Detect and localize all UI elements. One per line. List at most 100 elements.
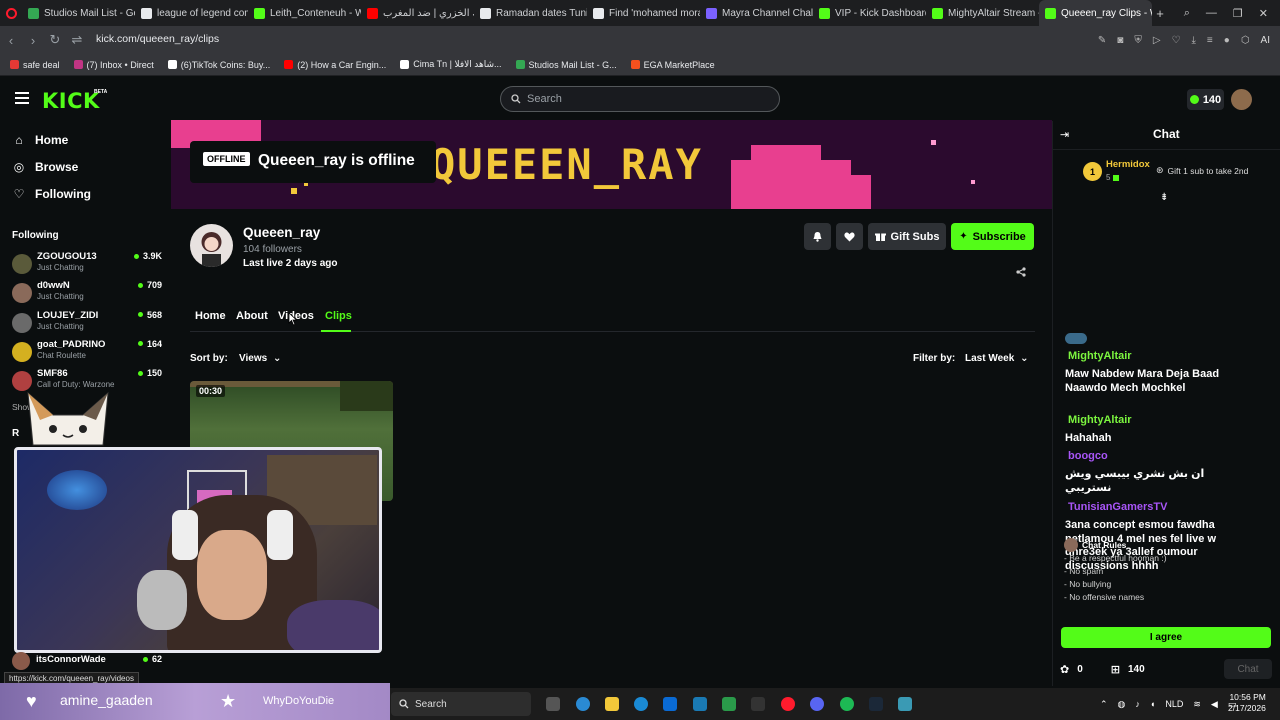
expand-pinned-icon[interactable]: ⇟ <box>1160 192 1168 203</box>
search-icon <box>511 94 521 104</box>
spotify-icon[interactable] <box>840 697 854 711</box>
emote-picker-icon[interactable]: ✿ <box>1060 663 1069 676</box>
bookmark-item[interactable]: Cima Tn | شاهد الافلا... <box>400 59 502 70</box>
extension-icon[interactable]: ⬡ <box>1241 35 1250 46</box>
sort-dropdown[interactable]: Views ⌄ <box>239 353 281 364</box>
ai-icon[interactable]: AI <box>1261 35 1270 46</box>
menu-lines-icon[interactable]: ≡ <box>1207 35 1213 46</box>
discord-icon[interactable] <box>810 697 824 711</box>
sidebar-channel-loujey_zidi[interactable]: LOUJEY_ZIDI Just Chatting 568 <box>12 310 162 338</box>
opera-menu-icon[interactable] <box>0 7 22 19</box>
browser-tab[interactable]: Find 'mohamed morad' on <box>587 0 700 26</box>
sidebar-channel-d0wwn[interactable]: d0wwN Just Chatting 709 <box>12 280 162 308</box>
play-icon[interactable]: ▷ <box>1153 35 1161 46</box>
shield-icon[interactable]: ⛨ <box>1134 35 1142 46</box>
maximize-icon[interactable]: ❐ <box>1233 7 1243 20</box>
chevron-up-icon[interactable]: ⌃ <box>1100 699 1108 710</box>
kick-logo[interactable]: KICK <box>42 89 100 113</box>
bookmark-item[interactable]: (2) How a Car Engin... <box>284 60 386 70</box>
browser-tab[interactable]: Mayra Channel Challenge <box>700 0 813 26</box>
forward-icon[interactable]: › <box>22 33 44 48</box>
browser-tab[interactable]: Leith_Conteneuh - Watch <box>248 0 361 26</box>
app-icon[interactable] <box>898 697 912 711</box>
file-explorer-icon[interactable] <box>605 697 619 711</box>
browser-tab[interactable]: MightyAltair Stream - Wat <box>926 0 1039 26</box>
search-input[interactable]: Search <box>500 86 780 112</box>
chat-username[interactable]: MightyAltair <box>1068 414 1132 426</box>
sidebar-channel-itsconnorwade[interactable]: itsConnorWade 62 <box>12 652 162 672</box>
copilot-icon[interactable] <box>576 697 590 711</box>
bookmark-item[interactable]: (6)TikTok Coins: Buy... <box>167 60 270 70</box>
notification-button[interactable] <box>804 223 831 250</box>
bookmark-item[interactable]: EGA MarketPlace <box>630 60 715 70</box>
volume-icon[interactable]: ◖ <box>1150 699 1155 709</box>
browser-tab[interactable]: Ramadan dates Tunisia <box>474 0 587 26</box>
tab-clips[interactable]: Clips <box>325 310 352 322</box>
wifi-icon[interactable]: ≋ <box>1193 699 1201 710</box>
tab-about[interactable]: About <box>236 310 268 322</box>
filter-dropdown[interactable]: Last Week ⌄ <box>965 353 1028 364</box>
bookmark-item[interactable]: safe deal <box>10 60 60 70</box>
tab-home[interactable]: Home <box>195 310 226 322</box>
taskbar-search[interactable]: Search <box>391 692 531 716</box>
sidebar-channel-zgougou13[interactable]: ZGOUGOU13 Just Chatting 3.9K <box>12 251 162 279</box>
download-icon[interactable]: ⤓ <box>1192 35 1196 46</box>
gift-icon[interactable]: ⊞ <box>1111 663 1120 676</box>
channel-avatar[interactable] <box>190 224 233 267</box>
share-icon[interactable] <box>1016 264 1026 282</box>
tab-label: league of legend compet <box>157 7 248 19</box>
profile-icon[interactable]: ● <box>1224 35 1230 46</box>
gift-prompt-button[interactable]: ⊛ Gift 1 sub to take 2nd <box>1156 165 1248 176</box>
hamburger-menu-icon[interactable] <box>15 92 29 104</box>
store-icon[interactable] <box>663 697 677 711</box>
browser-tab[interactable]: VIP - Kick Dashboard <box>813 0 926 26</box>
user-avatar[interactable] <box>1231 89 1252 110</box>
tab-search-icon[interactable]: ⌕ <box>1184 7 1190 20</box>
close-window-icon[interactable]: ✕ <box>1259 7 1268 20</box>
bookmark-item[interactable]: Studios Mail List - G... <box>515 60 617 70</box>
reload-icon[interactable]: ↻ <box>44 32 66 48</box>
points-badge[interactable]: 140 <box>1187 89 1224 110</box>
browser-tab[interactable]: league of legend compet <box>135 0 248 26</box>
agree-rules-button[interactable]: I agree <box>1061 627 1271 648</box>
steam-icon[interactable] <box>869 697 883 711</box>
send-chat-button[interactable]: Chat <box>1224 659 1272 679</box>
minimize-icon[interactable]: — <box>1206 7 1217 20</box>
gift-subs-label: Gift Subs <box>890 230 940 243</box>
app-icon[interactable] <box>722 697 736 711</box>
network-icon[interactable]: ◍ <box>1118 699 1126 710</box>
chat-username[interactable]: TunisianGamersTV <box>1068 501 1167 513</box>
collapse-chat-icon[interactable]: ⇥ <box>1060 128 1069 141</box>
browser-tab[interactable]: Queeen_ray Clips - Watch✕ <box>1039 0 1152 26</box>
new-tab-button[interactable]: + <box>1152 6 1168 21</box>
terminal-icon[interactable] <box>751 697 765 711</box>
chat-username[interactable]: boogco <box>1068 450 1108 462</box>
edge-icon[interactable] <box>634 697 648 711</box>
browser-tab[interactable]: مالك الخزري | ضد المغرب <box>361 0 474 26</box>
gift-subs-button[interactable]: Gift Subs <box>868 223 946 250</box>
edit-icon[interactable]: ✎ <box>1098 35 1106 46</box>
back-icon[interactable]: ‹ <box>0 33 22 48</box>
task-view-icon[interactable] <box>546 697 560 711</box>
opera-icon[interactable] <box>781 697 795 711</box>
chat-username[interactable]: MightyAltair <box>1068 350 1132 362</box>
star-icon: ✦ <box>959 231 968 242</box>
mic-icon[interactable]: ♪ <box>1135 699 1140 709</box>
follow-button[interactable] <box>836 223 863 250</box>
sidebar-nav-browse[interactable]: ◎ Browse <box>13 160 79 174</box>
camera-icon[interactable]: ◙ <box>1117 35 1123 46</box>
pinned-user[interactable]: Hermidox <box>1106 159 1150 170</box>
heart-outline-icon[interactable]: ♡ <box>1172 35 1181 46</box>
subscribe-button[interactable]: ✦ Subscribe <box>951 223 1034 250</box>
app-icon[interactable] <box>693 697 707 711</box>
sidebar-nav-home[interactable]: ⌂ Home <box>13 133 68 147</box>
sidebar-nav-following[interactable]: ♡ Following <box>13 187 91 201</box>
bookmark-item[interactable]: (7) Inbox • Direct <box>73 60 154 70</box>
browser-tab[interactable]: Studios Mail List - Google <box>22 0 135 26</box>
clock[interactable]: 10:56 PM 2/17/2026 <box>1228 692 1266 714</box>
url-text[interactable]: kick.com/queeen_ray/clips <box>96 33 219 45</box>
sidebar-channel-goat_padrino[interactable]: goat_PADRINO Chat Roulette 164 <box>12 339 162 367</box>
language-indicator[interactable]: NLD <box>1165 699 1183 709</box>
site-info-icon[interactable]: ⇌ <box>66 32 88 48</box>
speaker-icon[interactable]: ◀ <box>1211 699 1218 710</box>
